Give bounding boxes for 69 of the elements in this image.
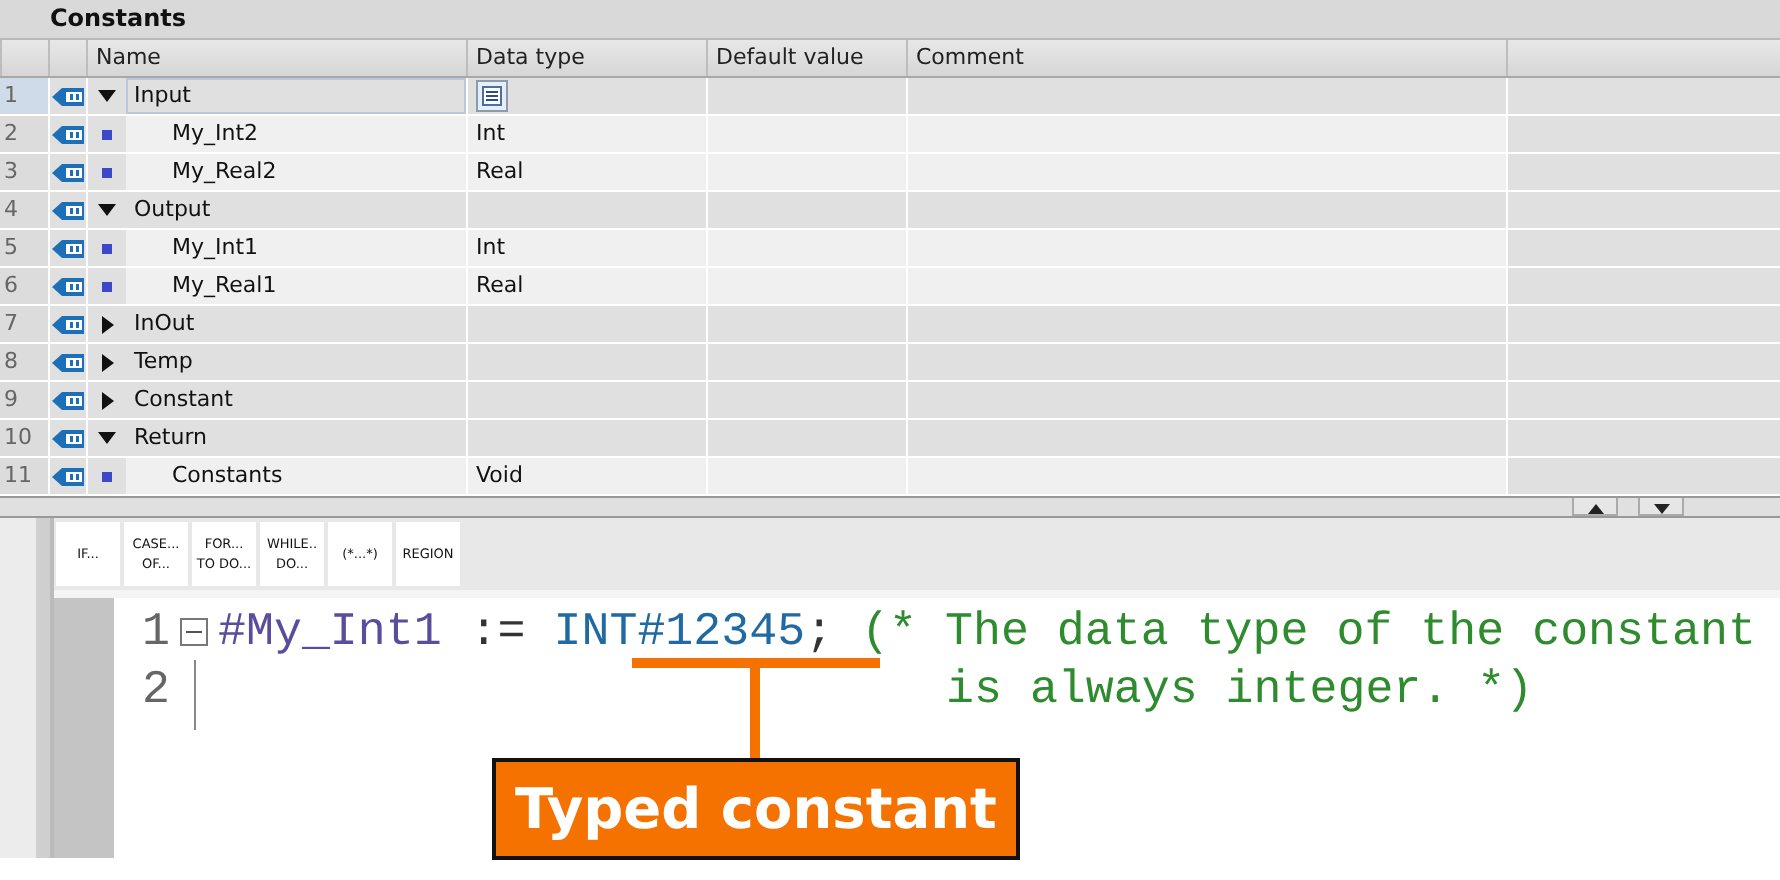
row-name: Constants — [126, 458, 466, 494]
interface-icon — [51, 313, 85, 335]
code-comment: (* The data type of the constant — [861, 605, 1756, 657]
data-type: Void — [466, 458, 706, 494]
line-number: 2 — [140, 663, 170, 715]
scroll-down-button[interactable] — [1638, 498, 1684, 516]
row-name: Output — [132, 194, 213, 226]
scroll-up-button[interactable] — [1572, 498, 1618, 516]
interface-icon — [51, 427, 85, 449]
collapse-icon[interactable] — [98, 90, 116, 102]
bullet-icon — [102, 243, 112, 253]
data-type: Real — [466, 154, 706, 190]
column-header[interactable]: Data type — [466, 40, 706, 76]
row-name: My_Int1 — [126, 230, 466, 266]
row-number: 8 — [0, 344, 48, 380]
expand-icon[interactable] — [101, 391, 113, 409]
callout-label: Typed constant — [492, 758, 1020, 860]
bullet-icon — [102, 129, 112, 139]
code-comment: is always integer. *) — [944, 663, 1534, 715]
row-number: 2 — [0, 116, 48, 152]
row-number: 5 — [0, 230, 48, 266]
interface-icon — [51, 389, 85, 411]
row-name: My_Int2 — [126, 116, 466, 152]
row-name: My_Real1 — [126, 268, 466, 304]
interface-icon — [51, 275, 85, 297]
interface-icon — [51, 123, 85, 145]
data-type: Real — [466, 268, 706, 304]
row-name: Temp — [132, 346, 195, 378]
row-name: My_Real2 — [126, 154, 466, 190]
code-variable: #My_Int1 — [218, 605, 442, 657]
row-name: InOut — [132, 308, 197, 340]
data-type: Int — [466, 230, 706, 266]
bullet-icon — [102, 471, 112, 481]
interface-icon — [51, 199, 85, 221]
interface-icon — [51, 237, 85, 259]
line-number: 1 — [140, 605, 170, 657]
interface-icon — [51, 351, 85, 373]
row-name: Constant — [132, 384, 235, 416]
down-arrow-icon — [1653, 504, 1669, 514]
list-button[interactable] — [476, 80, 508, 112]
row-number: 10 — [0, 420, 48, 456]
row-number: 7 — [0, 306, 48, 342]
code-operator: := — [467, 605, 528, 657]
data-type: Int — [466, 116, 706, 152]
row-number: 11 — [0, 458, 48, 494]
collapse-icon[interactable] — [98, 204, 116, 216]
column-header[interactable]: Comment — [906, 40, 1506, 76]
row-name: Return — [132, 422, 210, 454]
row-number: 1 — [0, 78, 48, 114]
row-number: 3 — [0, 154, 48, 190]
collapse-icon[interactable] — [180, 617, 208, 645]
bullet-icon — [102, 167, 112, 177]
interface-icon — [51, 85, 85, 107]
column-header[interactable]: Default value — [706, 40, 906, 76]
row-number: 9 — [0, 382, 48, 418]
column-header[interactable]: Name — [86, 40, 466, 76]
expand-icon[interactable] — [101, 353, 113, 371]
interface-icon — [51, 161, 85, 183]
name-field[interactable]: Input — [126, 78, 466, 114]
panel-title: Constants — [50, 4, 186, 32]
expand-icon[interactable] — [101, 315, 113, 333]
collapse-icon[interactable] — [98, 432, 116, 444]
code-operator: ; — [805, 605, 836, 657]
typed-constant: INT#12345 — [553, 605, 806, 657]
up-arrow-icon — [1587, 504, 1603, 514]
bullet-icon — [102, 281, 112, 291]
interface-icon — [51, 465, 85, 487]
row-number: 6 — [0, 268, 48, 304]
row-number: 4 — [0, 192, 48, 228]
